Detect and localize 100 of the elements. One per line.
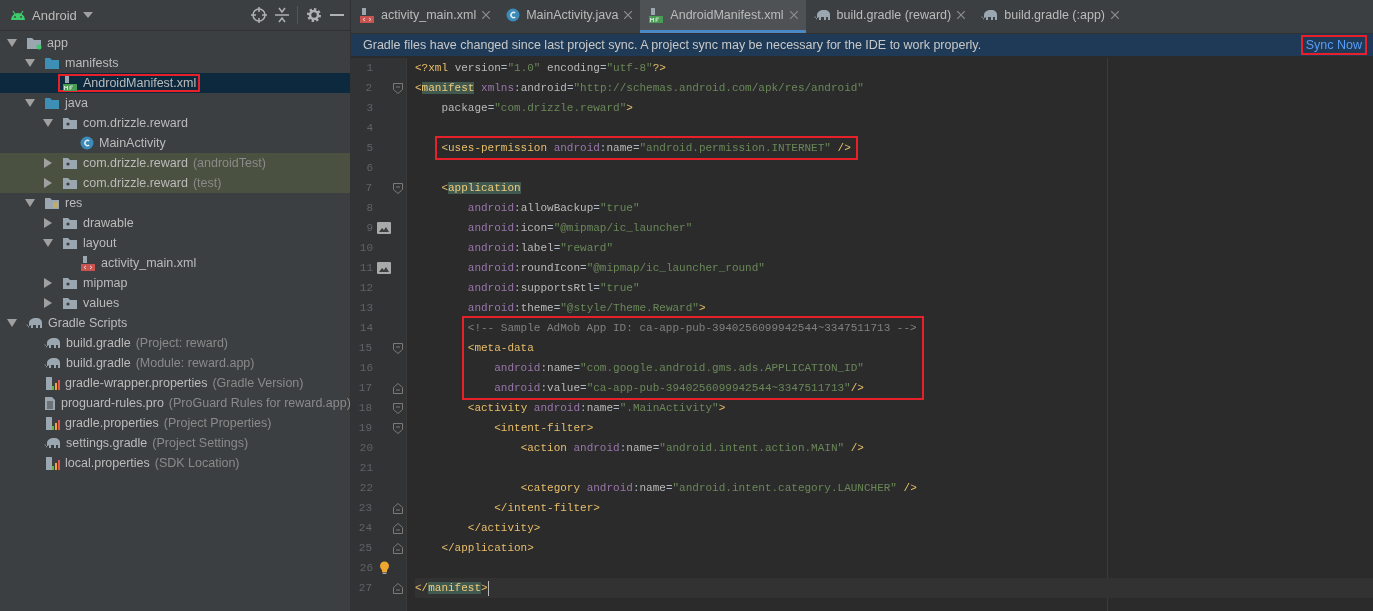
editor-tab[interactable]: build.gradle (reward) xyxy=(805,0,974,33)
code-line: <meta-data xyxy=(467,341,534,356)
code-line: android:theme="@style/Theme.Reward"> xyxy=(466,301,706,316)
code-line: package="com.drizzle.reward"> xyxy=(440,101,633,116)
close-icon[interactable] xyxy=(624,11,633,19)
fold-marker-icon[interactable] xyxy=(393,402,403,414)
tree-item[interactable]: build.gradle (Project: reward) xyxy=(0,333,350,353)
tree-item[interactable]: com.drizzle.reward xyxy=(0,113,350,133)
tree-item[interactable]: AndroidManifest.xml xyxy=(0,73,350,93)
package-folder-icon xyxy=(62,216,78,230)
close-icon[interactable] xyxy=(957,11,966,19)
editor-tab[interactable]: MainActivity.java xyxy=(498,0,641,33)
notification-message: Gradle files have changed since last project sync. A project sync may be necessary for the IDE to work properly. xyxy=(363,38,983,52)
module-folder-icon xyxy=(26,36,42,50)
fold-marker-icon[interactable] xyxy=(393,342,403,354)
tree-item[interactable]: build.gradle (Module: reward.app) xyxy=(0,353,350,373)
code-line: android:value="ca-app-pub-3940256099942544~3347511713"/> xyxy=(493,381,864,396)
caret-icon xyxy=(82,12,93,18)
code-line: android:name="com.google.android.gms.ads.APPLICATION_ID" xyxy=(493,361,864,376)
settings-icon[interactable] xyxy=(306,7,322,23)
elephant-icon xyxy=(44,337,61,349)
layout-file-icon xyxy=(80,255,96,271)
tree-item[interactable]: gradle.properties (Project Properties) xyxy=(0,413,350,433)
expanded-arrow-icon[interactable] xyxy=(7,319,17,327)
code-line: <action android:name="android.intent.action.MAIN" /> xyxy=(519,441,864,456)
close-icon[interactable] xyxy=(789,11,798,19)
item-note: (androidTest) xyxy=(192,156,266,170)
expanded-arrow-icon[interactable] xyxy=(43,119,53,127)
fold-marker-icon[interactable] xyxy=(393,82,403,94)
code-line: <manifest xmlns:android="http://schemas.android.com/apk/res/android" xyxy=(415,81,864,96)
editor-tab[interactable]: build.gradle (:app) xyxy=(973,0,1127,33)
properties-file-icon xyxy=(44,455,60,471)
tree-item[interactable]: MainActivity xyxy=(0,133,350,153)
tree-item[interactable]: manifests xyxy=(0,53,350,73)
code-line: <uses-permission android:name="android.permission.INTERNET" /> xyxy=(441,141,851,156)
tree-item[interactable]: layout xyxy=(0,233,350,253)
elephant-icon xyxy=(813,9,831,21)
image-icon[interactable] xyxy=(377,262,391,274)
tree-item[interactable]: res xyxy=(0,193,350,213)
image-icon[interactable] xyxy=(377,222,391,234)
tree-item[interactable]: drawable xyxy=(0,213,350,233)
tree-item[interactable]: java xyxy=(0,93,350,113)
view-selector[interactable]: Android xyxy=(10,7,93,23)
lightbulb-icon[interactable] xyxy=(378,561,390,575)
text-file-icon xyxy=(44,395,56,411)
editor-tab[interactable]: activity_main.xml xyxy=(351,0,499,33)
code-line: android:roundIcon="@mipmap/ic_launcher_round" xyxy=(466,261,765,276)
code-line: <!-- Sample AdMob App ID: ca-app-pub-3940256099942544~3347511713 --> xyxy=(467,321,917,336)
fold-marker-icon[interactable] xyxy=(393,582,403,594)
code-line: </application> xyxy=(440,541,534,556)
tree-item[interactable]: values xyxy=(0,293,350,313)
tree-item[interactable]: com.drizzle.reward (test) xyxy=(0,173,350,193)
package-folder-icon xyxy=(62,236,78,250)
class-icon xyxy=(506,8,521,22)
code-line: android:allowBackup="true" xyxy=(466,201,640,216)
item-note: (Gradle Version) xyxy=(212,376,304,390)
fold-marker-icon[interactable] xyxy=(393,182,403,194)
expanded-arrow-icon[interactable] xyxy=(25,199,35,207)
manifest-file-icon xyxy=(648,7,665,23)
tree-item[interactable]: Gradle Scripts xyxy=(0,313,350,333)
android-icon xyxy=(10,10,26,20)
fold-marker-icon[interactable] xyxy=(393,522,403,534)
code-line: android:label="reward" xyxy=(466,241,614,256)
package-folder-icon xyxy=(62,296,78,310)
fold-marker-icon[interactable] xyxy=(393,422,403,434)
close-icon[interactable] xyxy=(482,11,491,19)
tree-item[interactable]: app xyxy=(0,33,350,53)
tree-item[interactable]: gradle-wrapper.properties (Gradle Version) xyxy=(0,373,350,393)
item-note: (test) xyxy=(192,176,222,190)
sync-now-link[interactable]: Sync Now xyxy=(1300,35,1367,55)
tree-item[interactable]: settings.gradle (Project Settings) xyxy=(0,433,350,453)
expanded-arrow-icon[interactable] xyxy=(43,239,53,247)
resource-folder-icon xyxy=(44,196,60,210)
tree-item[interactable]: activity_main.xml xyxy=(0,253,350,273)
collapsed-arrow-icon[interactable] xyxy=(44,218,52,228)
tree-item[interactable]: mipmap xyxy=(0,273,350,293)
tree-item[interactable]: com.drizzle.reward (androidTest) xyxy=(0,153,350,173)
fold-marker-icon[interactable] xyxy=(393,382,403,394)
fold-marker-icon[interactable] xyxy=(393,542,403,554)
folder-icon xyxy=(44,96,60,110)
close-icon[interactable] xyxy=(1111,11,1119,19)
expanded-arrow-icon[interactable] xyxy=(25,59,35,67)
fold-marker-icon[interactable] xyxy=(393,502,403,514)
code-line: </intent-filter> xyxy=(493,501,600,516)
manifest-file-icon xyxy=(62,75,78,91)
expanded-arrow-icon[interactable] xyxy=(25,99,35,107)
code-line: android:supportsRtl="true" xyxy=(466,281,640,296)
collapse-all-icon[interactable] xyxy=(275,7,289,23)
code-line: <category android:name="android.intent.category.LAUNCHER" /> xyxy=(519,481,917,496)
elephant-icon xyxy=(26,317,43,329)
item-note: (Project Properties) xyxy=(163,416,272,430)
elephant-icon xyxy=(44,357,61,369)
tree-item[interactable]: local.properties (SDK Location) xyxy=(0,453,350,473)
tree-item[interactable]: proguard-rules.pro (ProGuard Rules for reward.app) xyxy=(0,393,350,413)
crosshair-icon[interactable] xyxy=(251,7,267,23)
properties-file-icon xyxy=(44,415,60,431)
package-folder-icon xyxy=(62,176,78,190)
expanded-arrow-icon[interactable] xyxy=(7,39,17,47)
editor-tab[interactable]: AndroidManifest.xml xyxy=(640,0,806,33)
code-line: <?xml version="1.0" encoding="utf-8"?> xyxy=(415,61,666,76)
